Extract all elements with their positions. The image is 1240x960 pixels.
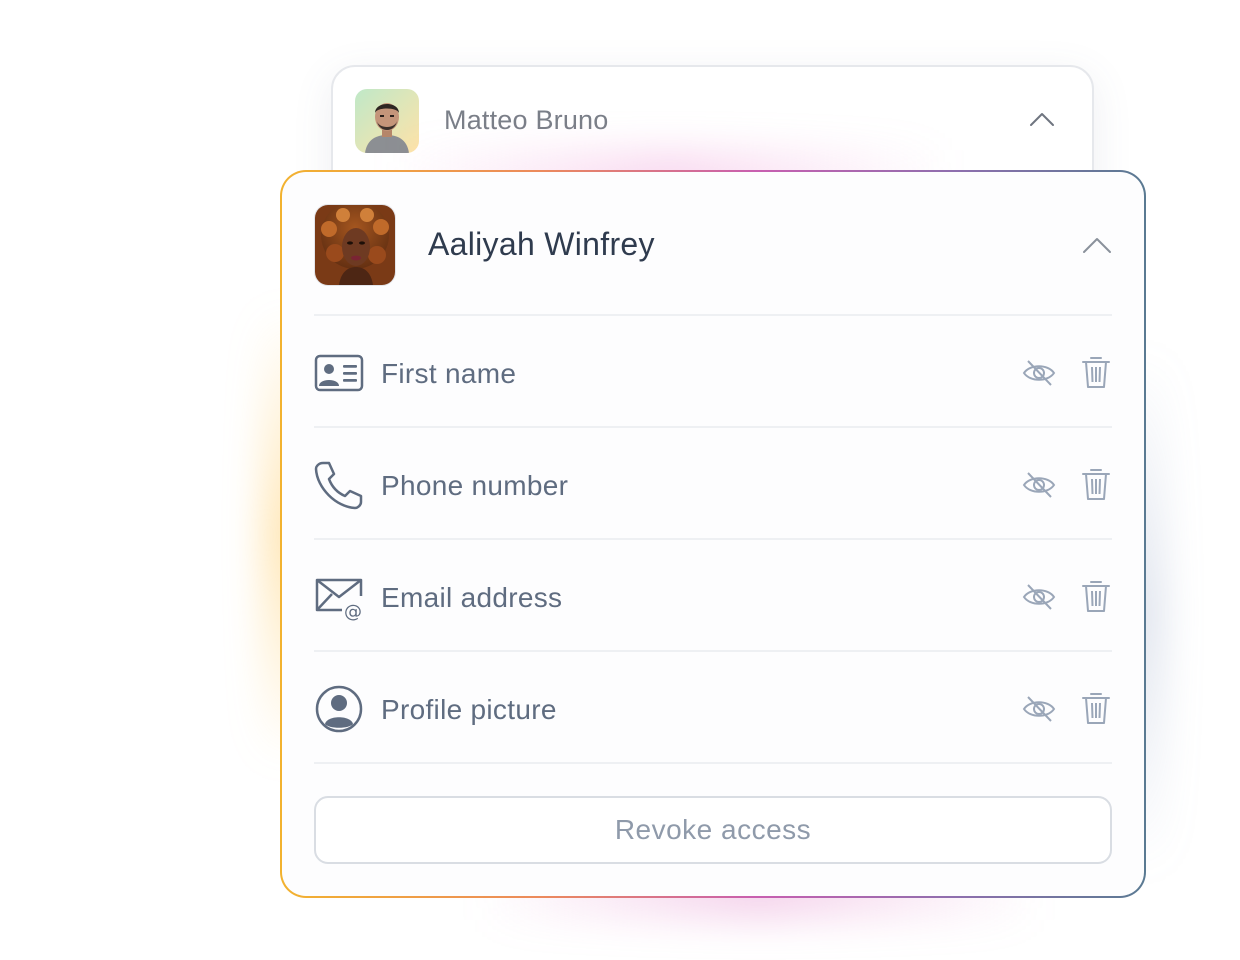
- field-row-phone-number: Phone number: [314, 428, 1112, 538]
- phone-icon: [314, 461, 363, 510]
- divider: [314, 762, 1112, 764]
- avatar: [314, 204, 396, 286]
- field-label: First name: [381, 358, 517, 389]
- chevron-up-icon[interactable]: [1029, 111, 1055, 127]
- eye-off-icon[interactable]: [1022, 468, 1056, 502]
- field-row-first-name: First name: [314, 316, 1112, 426]
- avatar: [355, 89, 419, 153]
- user-circle-icon: [315, 685, 363, 733]
- trash-icon[interactable]: [1080, 466, 1112, 502]
- contact-name: Aaliyah Winfrey: [428, 226, 655, 262]
- trash-icon[interactable]: [1080, 578, 1112, 614]
- contact-card-expanded: Aaliyah Winfrey First name Phone number …: [280, 170, 1146, 898]
- eye-off-icon[interactable]: [1022, 580, 1056, 614]
- field-row-profile-picture: Profile picture: [314, 652, 1112, 762]
- eye-off-icon[interactable]: [1022, 692, 1056, 726]
- person-photo-avatar-icon: [315, 205, 395, 285]
- field-row-email-address: @ Email address: [314, 540, 1112, 650]
- eye-off-icon[interactable]: [1022, 356, 1056, 390]
- field-label: Phone number: [381, 470, 569, 501]
- contacts-stack: Matteo Bruno Aaliyah Winfrey First name …: [0, 0, 1240, 960]
- email-at-icon: @: [315, 578, 363, 623]
- id-card-icon: [314, 354, 364, 392]
- field-label: Profile picture: [381, 694, 557, 725]
- person-photo-avatar-icon: [355, 89, 419, 153]
- field-label: Email address: [381, 582, 563, 613]
- contact-name: Matteo Bruno: [444, 105, 609, 135]
- chevron-up-icon[interactable]: [1082, 236, 1112, 254]
- trash-icon[interactable]: [1080, 690, 1112, 726]
- revoke-access-button[interactable]: Revoke access: [314, 796, 1112, 864]
- svg-text:@: @: [344, 602, 362, 623]
- trash-icon[interactable]: [1080, 354, 1112, 390]
- contact-card-body: Aaliyah Winfrey First name Phone number …: [282, 172, 1144, 896]
